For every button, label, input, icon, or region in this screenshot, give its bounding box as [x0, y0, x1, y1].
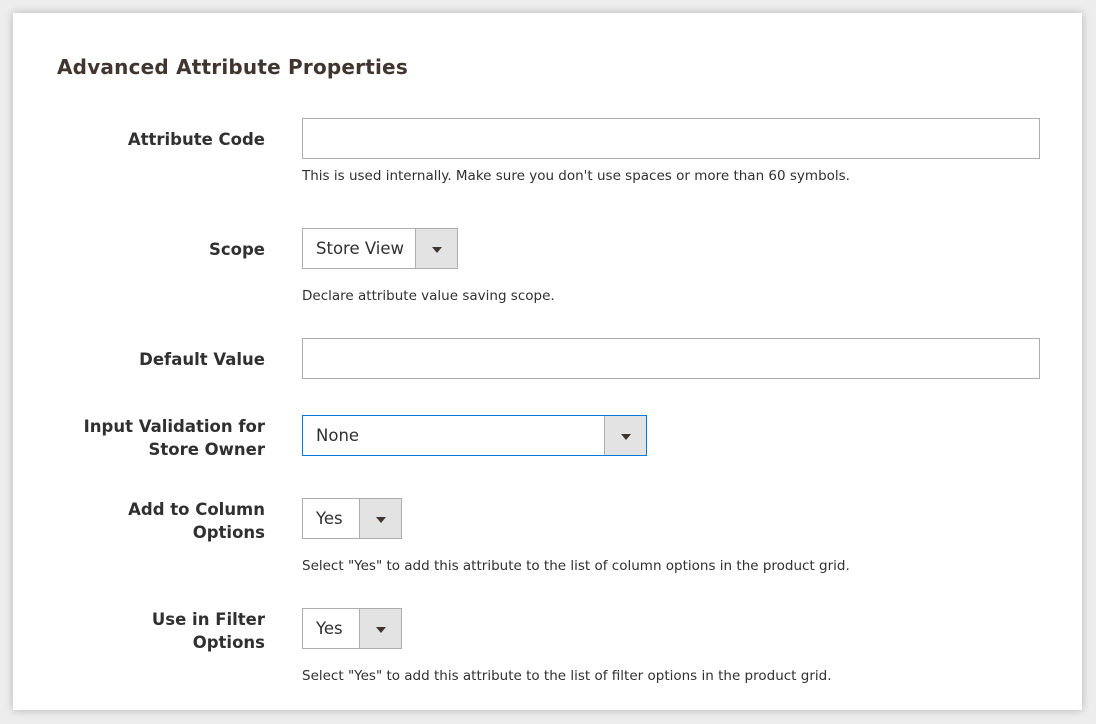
caret-down-icon: [375, 626, 386, 633]
scope-selected-value: Store View: [316, 239, 405, 258]
caret-down-icon: [620, 433, 631, 440]
attribute-code-note: This is used internally. Make sure you d…: [302, 168, 850, 184]
default-value-control: [302, 338, 1040, 379]
advanced-attribute-panel: Advanced Attribute Properties Attribute …: [13, 13, 1082, 710]
input-validation-dropdown-toggle[interactable]: [604, 416, 646, 455]
use-in-filter-label-line1: Use in Filter: [151, 610, 265, 629]
default-value-input[interactable]: [302, 338, 1040, 379]
add-to-column-label-line2: Options: [192, 523, 265, 542]
use-in-filter-label: Use in Filter Options: [65, 608, 265, 654]
input-validation-label-line2: Store Owner: [148, 440, 265, 459]
add-to-column-control: Yes: [302, 498, 402, 539]
default-value-label: Default Value: [139, 350, 265, 369]
input-validation-control: None: [302, 415, 647, 456]
attribute-code-control: [302, 118, 1040, 159]
add-to-column-note: Select "Yes" to add this attribute to th…: [302, 558, 850, 574]
add-to-column-select[interactable]: Yes: [302, 498, 402, 539]
attribute-code-label: Attribute Code: [127, 130, 265, 149]
add-to-column-selected-value: Yes: [316, 509, 343, 528]
scope-label: Scope: [208, 240, 265, 259]
scope-dropdown-toggle[interactable]: [415, 229, 457, 268]
attribute-code-input[interactable]: [302, 118, 1040, 159]
input-validation-selected-value: None: [316, 426, 360, 445]
scope-note: Declare attribute value saving scope.: [302, 288, 555, 304]
caret-down-icon: [375, 516, 386, 523]
caret-down-icon: [431, 246, 442, 253]
use-in-filter-selected-value: Yes: [316, 619, 343, 638]
section-title: Advanced Attribute Properties: [57, 55, 408, 79]
use-in-filter-label-line2: Options: [192, 633, 265, 652]
add-to-column-label: Add to Column Options: [65, 498, 265, 544]
use-in-filter-note: Select "Yes" to add this attribute to th…: [302, 668, 832, 684]
add-to-column-label-line1: Add to Column: [128, 500, 265, 519]
input-validation-label-line1: Input Validation for: [83, 417, 265, 436]
use-in-filter-dropdown-toggle[interactable]: [359, 609, 401, 648]
input-validation-select[interactable]: None: [302, 415, 647, 456]
use-in-filter-control: Yes: [302, 608, 402, 649]
input-validation-label: Input Validation for Store Owner: [65, 415, 265, 461]
add-to-column-dropdown-toggle[interactable]: [359, 499, 401, 538]
use-in-filter-select[interactable]: Yes: [302, 608, 402, 649]
scope-select[interactable]: Store View: [302, 228, 458, 269]
scope-control: Store View: [302, 228, 458, 269]
